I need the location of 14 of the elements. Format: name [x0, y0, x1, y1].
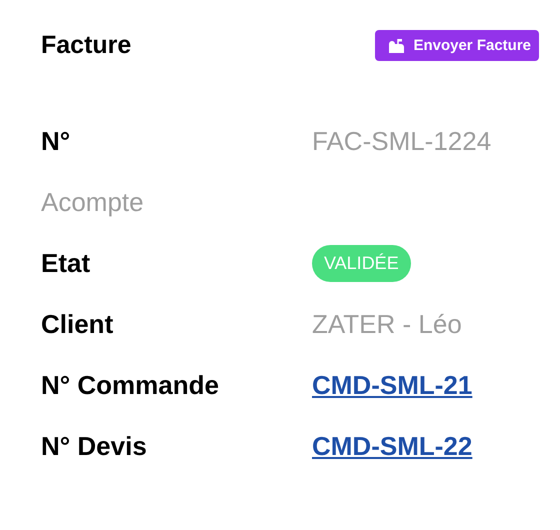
send-invoice-button[interactable]: Envoyer Facture — [375, 30, 539, 61]
field-label: Etat — [41, 248, 92, 279]
field-value: FAC-SML-1224 — [312, 126, 492, 157]
field-value: ZATER - Léo — [312, 309, 463, 340]
field-label: N° Devis — [41, 431, 148, 462]
field-label: Client — [41, 309, 114, 340]
reference-link[interactable]: CMD-SML-22 — [312, 431, 472, 462]
mailbox-icon — [387, 38, 406, 54]
field-label: Acompte — [41, 187, 145, 218]
status-badge: VALIDÉE — [312, 245, 411, 282]
field-label: N° — [41, 126, 72, 157]
field-label: N° Commande — [41, 370, 220, 401]
reference-link[interactable]: CMD-SML-21 — [312, 370, 472, 401]
page-title: Facture — [41, 31, 132, 60]
